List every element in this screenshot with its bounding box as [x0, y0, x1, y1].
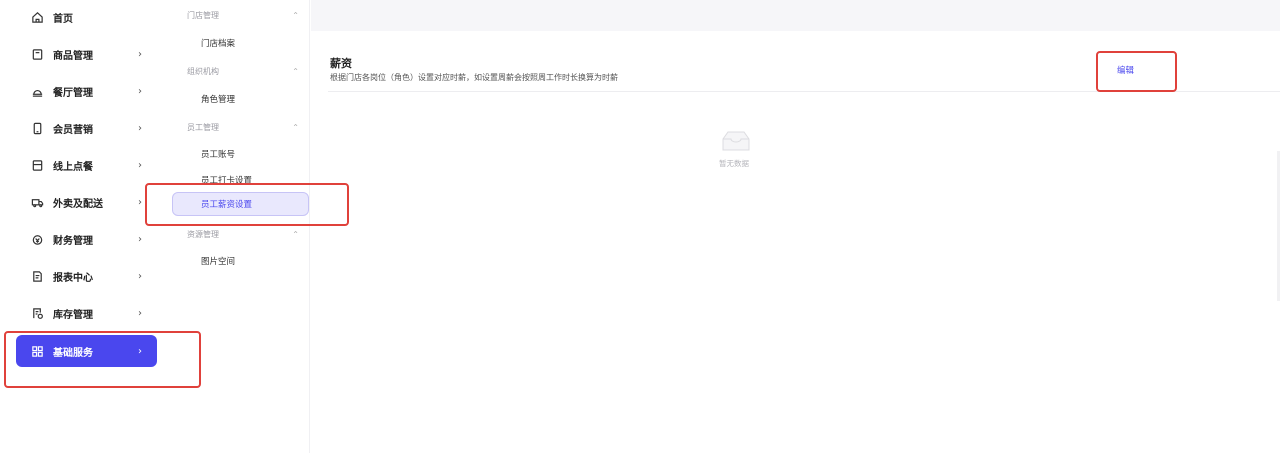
- chevron-up-icon: ⌃: [292, 229, 299, 239]
- group-title: 门店管理: [187, 10, 219, 20]
- nav-item-products[interactable]: 商品管理 ›: [16, 38, 157, 70]
- nav-item-label: 财务管理: [53, 235, 93, 247]
- chevron-up-icon: ⌃: [292, 122, 299, 132]
- group-title: 组织机构: [187, 66, 219, 76]
- nav-item-label: 餐厅管理: [53, 87, 93, 99]
- group-organization[interactable]: 组织机构 ⌃: [187, 63, 299, 79]
- chevron-right-icon: ›: [138, 233, 142, 245]
- nav-item-label: 线上点餐: [53, 161, 93, 173]
- chevron-right-icon: ›: [138, 48, 142, 60]
- group-title: 资源管理: [187, 229, 219, 239]
- chevron-right-icon: ›: [138, 345, 142, 357]
- nav-item-home[interactable]: 首页: [16, 1, 157, 33]
- nav-item-delivery[interactable]: 外卖及配送 ›: [16, 186, 157, 218]
- group-store-management[interactable]: 门店管理 ⌃: [187, 7, 299, 23]
- nav-item-finance[interactable]: 财务管理 ›: [16, 223, 157, 255]
- chevron-right-icon: ›: [138, 196, 142, 208]
- group-resource-management[interactable]: 资源管理 ⌃: [187, 226, 299, 242]
- sub-item-store-archive[interactable]: 门店档案: [173, 31, 310, 55]
- nav-item-member-marketing[interactable]: 会员营销 ›: [16, 112, 157, 144]
- salary-panel: 薪资 根据门店各岗位（角色）设置对应时薪，如设置周薪会按照周工作时长换算为时薪 …: [311, 31, 1280, 453]
- chevron-right-icon: ›: [138, 85, 142, 97]
- main-sidebar: 首页 商品管理 › 餐厅管理 › 会员营销 › 线上点餐 › 外卖及配送 › 财…: [0, 0, 170, 453]
- nav-item-label: 会员营销: [53, 124, 93, 136]
- group-staff-management[interactable]: 员工管理 ⌃: [187, 119, 299, 135]
- truck-icon: [30, 195, 44, 209]
- nav-item-label: 商品管理: [53, 50, 93, 62]
- sub-item-clock-in-settings[interactable]: 员工打卡设置: [173, 168, 310, 192]
- edit-button[interactable]: 编辑: [1117, 64, 1134, 76]
- report-icon: [30, 269, 44, 283]
- order-icon: [30, 158, 44, 172]
- phone-icon: [30, 121, 44, 135]
- nav-item-label: 外卖及配送: [53, 198, 103, 210]
- inventory-icon: [30, 306, 44, 320]
- home-icon: [30, 10, 44, 24]
- top-bar: [311, 0, 1280, 31]
- nav-item-inventory[interactable]: 库存管理 ›: [16, 297, 157, 329]
- empty-state-text: 暂无数据: [719, 159, 749, 168]
- group-title: 员工管理: [187, 122, 219, 132]
- nav-item-label: 报表中心: [53, 272, 93, 284]
- page-description: 根据门店各岗位（角色）设置对应时薪，如设置周薪会按照周工作时长换算为时薪: [330, 73, 618, 82]
- money-icon: [30, 232, 44, 246]
- nav-item-label: 库存管理: [53, 309, 93, 321]
- chevron-up-icon: ⌃: [292, 10, 299, 20]
- divider: [328, 91, 1280, 92]
- chevron-right-icon: ›: [138, 307, 142, 319]
- restaurant-icon: [30, 84, 44, 98]
- nav-item-basic-services[interactable]: 基础服务 ›: [16, 335, 157, 367]
- empty-box-icon: [722, 131, 750, 151]
- nav-item-reports[interactable]: 报表中心 ›: [16, 260, 157, 292]
- sub-item-salary-settings[interactable]: 员工薪资设置: [172, 192, 309, 216]
- chevron-right-icon: ›: [138, 159, 142, 171]
- sub-sidebar: 门店管理 ⌃ 门店档案 组织机构 ⌃ 角色管理 员工管理 ⌃ 员工账号 员工打卡…: [170, 0, 310, 453]
- nav-item-restaurant[interactable]: 餐厅管理 ›: [16, 75, 157, 107]
- nav-item-label: 首页: [53, 13, 73, 25]
- sub-item-image-space[interactable]: 图片空间: [173, 249, 310, 273]
- sub-item-role-management[interactable]: 角色管理: [173, 87, 310, 111]
- page-title: 薪资: [330, 57, 352, 70]
- shopping-bag-icon: [30, 47, 44, 61]
- sub-item-staff-account[interactable]: 员工账号: [173, 142, 310, 166]
- nav-item-label: 基础服务: [53, 347, 93, 359]
- nav-item-online-order[interactable]: 线上点餐 ›: [16, 149, 157, 181]
- chevron-right-icon: ›: [138, 122, 142, 134]
- chevron-right-icon: ›: [138, 270, 142, 282]
- chevron-up-icon: ⌃: [292, 66, 299, 76]
- grid-icon: [30, 344, 44, 358]
